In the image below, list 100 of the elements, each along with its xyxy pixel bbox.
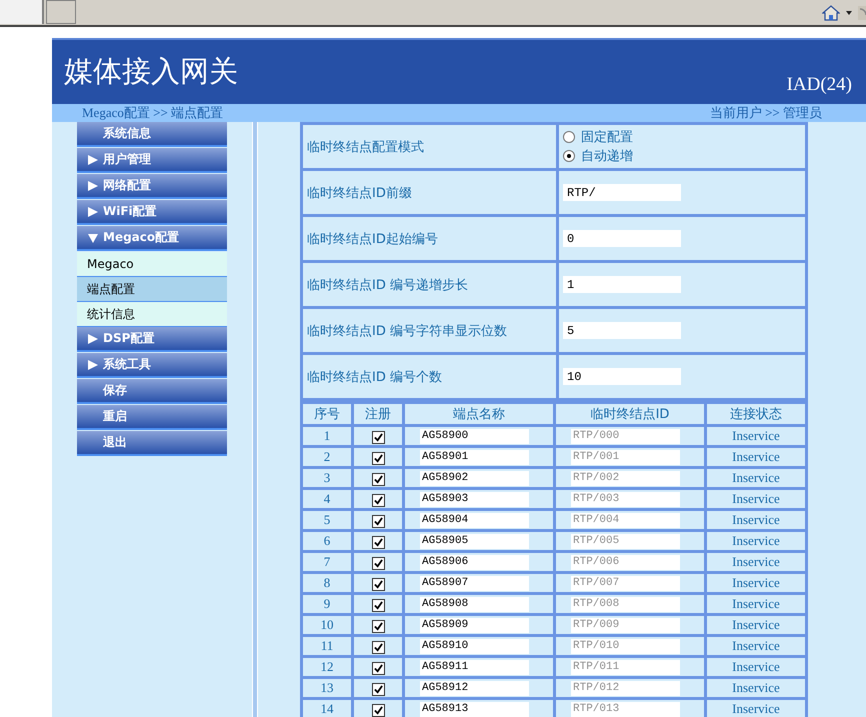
input-field[interactable]: RTP/008 bbox=[571, 596, 680, 612]
table-cell: Inservice bbox=[706, 678, 806, 698]
input-field[interactable]: RTP/ bbox=[563, 184, 681, 201]
table-cell: Inservice bbox=[706, 636, 806, 656]
radio-button[interactable] bbox=[563, 131, 575, 143]
input-field[interactable]: AG58906 bbox=[420, 554, 529, 570]
input-field[interactable]: 0 bbox=[563, 230, 681, 247]
submenu-item[interactable]: Megaco bbox=[77, 252, 227, 277]
column-header: 注册 bbox=[352, 402, 404, 426]
submenu-item[interactable]: 统计信息 bbox=[77, 302, 227, 327]
input-field[interactable]: RTP/004 bbox=[571, 512, 680, 528]
input-field[interactable]: AG58908 bbox=[420, 596, 529, 612]
input-field[interactable]: RTP/002 bbox=[571, 470, 680, 486]
input-field[interactable]: 10 bbox=[563, 368, 681, 385]
input-field[interactable]: AG58911 bbox=[420, 660, 529, 674]
table-cell: Inservice bbox=[706, 426, 806, 446]
menu-item[interactable]: DSP配置 bbox=[77, 327, 227, 352]
device-model: IAD(24) bbox=[786, 74, 852, 97]
input-field[interactable]: AG58910 bbox=[420, 638, 529, 654]
checkbox[interactable] bbox=[372, 598, 384, 612]
checkbox[interactable] bbox=[372, 430, 384, 444]
table-cell: 9 bbox=[302, 594, 352, 614]
checkbox[interactable] bbox=[372, 620, 384, 633]
menu-item[interactable]: 用户管理 bbox=[77, 148, 227, 173]
input-field[interactable]: RTP/011 bbox=[571, 660, 680, 674]
radio-label: 自动递增 bbox=[581, 148, 633, 166]
right-triangle-icon bbox=[88, 180, 98, 190]
table-cell: Inservice bbox=[706, 594, 806, 614]
input-field[interactable]: RTP/000 bbox=[571, 428, 680, 444]
menu-item[interactable]: 保存 bbox=[77, 379, 227, 404]
browser-tab[interactable] bbox=[46, 0, 76, 24]
page-title: 媒体接入网关 bbox=[64, 55, 238, 90]
submenu-item[interactable]: 端点配置 bbox=[77, 277, 227, 302]
browser-tab[interactable] bbox=[0, 0, 44, 24]
input-field[interactable]: AG58902 bbox=[420, 470, 529, 486]
column-header: 连接状态 bbox=[706, 402, 806, 426]
table-cell: 1 bbox=[302, 426, 352, 446]
input-field[interactable]: RTP/012 bbox=[571, 680, 680, 696]
checkbox[interactable] bbox=[372, 494, 384, 507]
table-cell: 8 bbox=[302, 572, 352, 594]
input-field[interactable]: AG58907 bbox=[420, 576, 529, 590]
field-label: 临时终结点ID 编号个数 bbox=[302, 354, 558, 400]
field-label: 临时终结点ID前缀 bbox=[302, 170, 558, 216]
menu-item[interactable]: 退出 bbox=[77, 431, 227, 456]
checkbox[interactable] bbox=[372, 556, 384, 570]
home-icon[interactable] bbox=[822, 4, 840, 20]
input-field[interactable]: 1 bbox=[563, 276, 681, 293]
input-field[interactable]: RTP/003 bbox=[571, 492, 680, 506]
table-cell: Inservice bbox=[706, 656, 806, 678]
input-field[interactable]: RTP/007 bbox=[571, 576, 680, 590]
input-field[interactable]: AG58909 bbox=[420, 618, 529, 632]
radio-label: 固定配置 bbox=[581, 128, 633, 146]
table-cell: 10 bbox=[302, 614, 352, 636]
menu-item[interactable]: 重启 bbox=[77, 405, 227, 430]
caret-icon[interactable] bbox=[846, 10, 852, 14]
checkbox[interactable] bbox=[372, 452, 384, 465]
input-field[interactable]: RTP/009 bbox=[571, 618, 680, 632]
table-cell: 12 bbox=[302, 656, 352, 678]
table-cell: Inservice bbox=[706, 530, 806, 552]
input-field[interactable]: RTP/006 bbox=[571, 554, 680, 570]
table-cell: 2 bbox=[302, 446, 352, 468]
input-field[interactable]: AG58904 bbox=[420, 512, 529, 528]
input-field[interactable]: AG58905 bbox=[420, 534, 529, 548]
column-header: 序号 bbox=[302, 402, 352, 426]
checkbox[interactable] bbox=[372, 578, 384, 591]
input-field[interactable]: 5 bbox=[563, 322, 681, 339]
input-field[interactable]: RTP/013 bbox=[571, 702, 680, 716]
checkbox[interactable] bbox=[372, 682, 384, 696]
input-field[interactable]: RTP/001 bbox=[571, 450, 680, 464]
input-field[interactable]: RTP/010 bbox=[571, 638, 680, 654]
input-field[interactable]: RTP/005 bbox=[571, 534, 680, 548]
right-triangle-icon bbox=[88, 334, 98, 344]
current-user: 当前用户 >> 管理员 bbox=[710, 104, 822, 122]
menu-item[interactable]: WiFi配置 bbox=[77, 200, 227, 225]
input-field[interactable]: AG58900 bbox=[420, 428, 529, 444]
table-cell: Inservice bbox=[706, 468, 806, 488]
input-field[interactable]: AG58912 bbox=[420, 680, 529, 696]
input-field[interactable]: AG58901 bbox=[420, 450, 529, 464]
menu-item[interactable]: 系统信息 bbox=[77, 122, 227, 147]
right-triangle-icon bbox=[88, 360, 98, 370]
checkbox[interactable] bbox=[372, 472, 384, 486]
checkbox[interactable] bbox=[372, 536, 384, 549]
checkbox[interactable] bbox=[372, 662, 384, 675]
table-cell: 11 bbox=[302, 636, 352, 656]
menu-item[interactable]: 系统工具 bbox=[77, 353, 227, 378]
table-cell: 5 bbox=[302, 510, 352, 530]
menu-item[interactable]: 网络配置 bbox=[77, 174, 227, 199]
checkbox[interactable] bbox=[372, 640, 384, 654]
menu-item[interactable]: Megaco配置 bbox=[77, 226, 227, 251]
table-cell: 14 bbox=[302, 698, 352, 717]
input-field[interactable]: AG58913 bbox=[420, 702, 529, 716]
table-cell: Inservice bbox=[706, 510, 806, 530]
table-cell: Inservice bbox=[706, 572, 806, 594]
table-cell: 6 bbox=[302, 530, 352, 552]
field-label: 临时终结点配置模式 bbox=[302, 124, 558, 170]
radio-button[interactable] bbox=[563, 150, 575, 162]
checkbox[interactable] bbox=[372, 704, 384, 717]
input-field[interactable]: AG58903 bbox=[420, 492, 529, 506]
table-cell: Inservice bbox=[706, 614, 806, 636]
checkbox[interactable] bbox=[372, 514, 384, 528]
